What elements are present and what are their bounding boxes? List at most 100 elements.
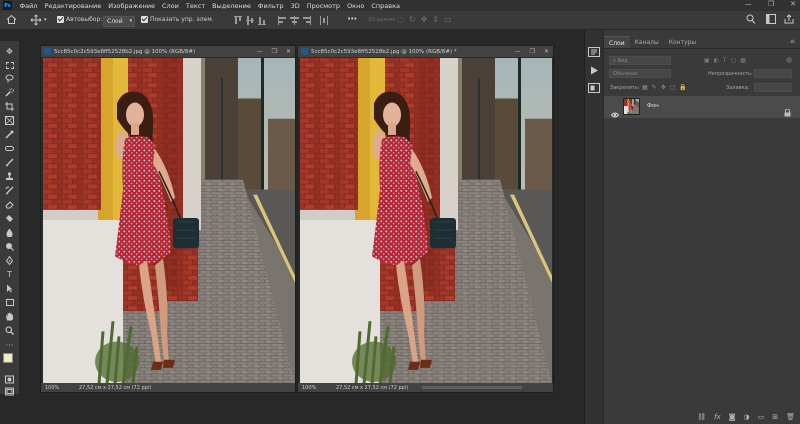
layer-style-fx-icon[interactable]: fx bbox=[714, 413, 721, 421]
eye-visibility-icon[interactable] bbox=[610, 103, 620, 122]
zoom-level-1[interactable]: 100% bbox=[41, 385, 71, 391]
menu-select[interactable]: Выделение bbox=[209, 2, 255, 10]
search-icon[interactable] bbox=[746, 14, 756, 25]
path-selection-tool-icon[interactable] bbox=[5, 284, 14, 293]
share-icon[interactable] bbox=[784, 14, 794, 25]
actions-play-icon[interactable] bbox=[590, 60, 599, 79]
menu-file[interactable]: Файл bbox=[16, 2, 41, 10]
close-doc-icon[interactable]: ✕ bbox=[286, 48, 291, 55]
tool-preset-chevron-icon[interactable]: ▾ bbox=[44, 17, 47, 28]
more-options-icon[interactable]: ••• bbox=[347, 15, 357, 26]
opacity-field[interactable] bbox=[754, 69, 792, 78]
new-layer-icon[interactable]: ⊞ bbox=[772, 413, 778, 421]
layer-row-background[interactable]: Фон bbox=[604, 96, 800, 118]
menu-3d[interactable]: 3D bbox=[287, 2, 303, 10]
quick-select-tool-icon[interactable] bbox=[5, 88, 14, 97]
maximize-doc-icon[interactable]: ❐ bbox=[272, 48, 277, 55]
document-status-bar-1: 100% 27,52 см x 27,52 см (72 ppi) bbox=[41, 383, 295, 392]
new-group-icon[interactable]: ▭ bbox=[758, 413, 765, 421]
lasso-tool-icon[interactable] bbox=[5, 74, 14, 83]
history-brush-tool-icon[interactable] bbox=[5, 186, 14, 195]
tab-layers[interactable]: Слои bbox=[604, 36, 630, 48]
crop-tool-icon[interactable] bbox=[5, 102, 14, 111]
panel-menu-icon[interactable]: ≡ bbox=[790, 38, 795, 45]
menu-filter[interactable]: Фильтр bbox=[254, 2, 287, 10]
restore-icon[interactable]: ❐ bbox=[768, 0, 774, 8]
show-controls-checkbox[interactable] bbox=[141, 16, 148, 23]
align-bottom-icon[interactable] bbox=[258, 16, 266, 25]
properties-panel-icon[interactable] bbox=[588, 78, 600, 97]
document-canvas-1[interactable] bbox=[43, 58, 295, 384]
workspace-icon[interactable] bbox=[766, 14, 776, 25]
autoselect-checkbox[interactable] bbox=[57, 16, 64, 23]
close-icon[interactable]: ✕ bbox=[790, 0, 796, 8]
blend-mode-dropdown[interactable]: Обычные bbox=[609, 69, 671, 78]
eraser-tool-icon[interactable] bbox=[5, 200, 14, 209]
marquee-tool-icon[interactable] bbox=[5, 61, 14, 70]
show-transform-controls-toggle[interactable]: Показать упр. элем. bbox=[141, 16, 214, 27]
link-layers-icon[interactable]: ⛓ bbox=[697, 413, 706, 421]
document-controls-2: — ❐ ✕ bbox=[515, 46, 549, 57]
maximize-doc-icon[interactable]: ❐ bbox=[530, 48, 535, 55]
eyedropper-tool-icon[interactable] bbox=[5, 130, 14, 139]
move-tool-icon[interactable]: ✥ bbox=[5, 47, 14, 56]
quick-mask-icon[interactable] bbox=[5, 375, 14, 384]
pen-tool-icon[interactable] bbox=[5, 256, 14, 265]
menu-image[interactable]: Изображение bbox=[105, 2, 159, 10]
frame-tool-icon[interactable] bbox=[5, 116, 14, 125]
close-doc-icon[interactable]: ✕ bbox=[544, 48, 549, 55]
document-title-2: 5cc85c0c2c593e8ff52528b2.jpg @ 100% (RGB… bbox=[311, 48, 457, 55]
menu-help[interactable]: Справка bbox=[368, 2, 404, 10]
zoom-level-2[interactable]: 100% bbox=[298, 385, 328, 391]
home-icon[interactable] bbox=[6, 14, 17, 25]
document-tab-1[interactable]: 5cc85c0c2c593e8ff52528b2.jpg @ 100% (RGB… bbox=[41, 46, 295, 57]
filter-toggle-icon[interactable] bbox=[786, 57, 792, 63]
zoom-tool-icon[interactable] bbox=[5, 326, 14, 335]
align-hcenter-icon[interactable] bbox=[290, 16, 299, 25]
menu-edit[interactable]: Редактирование bbox=[41, 2, 105, 10]
healing-brush-tool-icon[interactable] bbox=[5, 144, 14, 153]
menu-layers[interactable]: Слои bbox=[158, 2, 182, 10]
type-tool-icon[interactable]: T bbox=[5, 270, 14, 279]
screen-mode-icon[interactable] bbox=[5, 387, 14, 396]
menu-view[interactable]: Просмотр bbox=[303, 2, 343, 10]
minimize-icon[interactable]: — bbox=[745, 0, 752, 8]
document-canvas-2[interactable] bbox=[300, 58, 552, 384]
align-right-icon[interactable] bbox=[302, 16, 311, 25]
hand-tool-icon[interactable] bbox=[5, 312, 14, 321]
lock-options-icons[interactable]: ▦✎✥▢🔒 bbox=[642, 84, 691, 91]
delete-layer-icon[interactable]: 🗑 bbox=[786, 413, 795, 421]
adjustment-layer-icon[interactable]: ◑ bbox=[744, 413, 750, 421]
fill-label: Заливка: bbox=[726, 85, 750, 91]
layer-filter-icons[interactable]: ▣◐T▢▦ bbox=[704, 57, 750, 64]
tab-paths[interactable]: Контуры bbox=[664, 36, 701, 48]
autoselect-dropdown[interactable]: Слой ▾ bbox=[103, 16, 135, 27]
fill-field[interactable] bbox=[754, 83, 792, 92]
align-left-icon[interactable] bbox=[278, 16, 286, 25]
layer-filter-search[interactable]: ⌕ Вид bbox=[609, 56, 671, 65]
history-panel-icon[interactable] bbox=[588, 42, 600, 61]
gradient-tool-icon[interactable] bbox=[5, 214, 14, 223]
clone-stamp-tool-icon[interactable] bbox=[5, 172, 14, 181]
brush-tool-icon[interactable] bbox=[5, 158, 14, 167]
more-tools-icon[interactable]: ··· bbox=[5, 341, 14, 350]
document-scrollbar-2[interactable] bbox=[422, 386, 522, 389]
distribute-icon[interactable] bbox=[320, 16, 328, 25]
layer-name[interactable]: Фон bbox=[647, 103, 659, 109]
minimize-doc-icon[interactable]: — bbox=[515, 48, 521, 55]
tab-channels[interactable]: Каналы bbox=[630, 36, 664, 48]
document-tab-2[interactable]: 5cc85c0c2c593e8ff52528b2.jpg @ 100% (RGB… bbox=[298, 46, 553, 57]
add-mask-icon[interactable]: ◙ bbox=[729, 413, 736, 421]
align-top-icon[interactable] bbox=[234, 16, 242, 25]
move-tool-icon[interactable] bbox=[30, 14, 42, 26]
dodge-tool-icon[interactable] bbox=[5, 242, 14, 251]
autoselect-toggle[interactable]: Автовыбор: bbox=[57, 16, 102, 27]
menu-type[interactable]: Текст bbox=[182, 2, 208, 10]
tools-panel: ✥ T ··· bbox=[0, 41, 19, 396]
foreground-color-swatch[interactable] bbox=[3, 353, 13, 363]
blur-tool-icon[interactable] bbox=[5, 228, 14, 237]
menu-window[interactable]: Окно bbox=[344, 2, 368, 10]
rectangle-tool-icon[interactable] bbox=[5, 298, 14, 307]
minimize-doc-icon[interactable]: — bbox=[257, 48, 263, 55]
align-vcenter-icon[interactable] bbox=[246, 16, 254, 25]
